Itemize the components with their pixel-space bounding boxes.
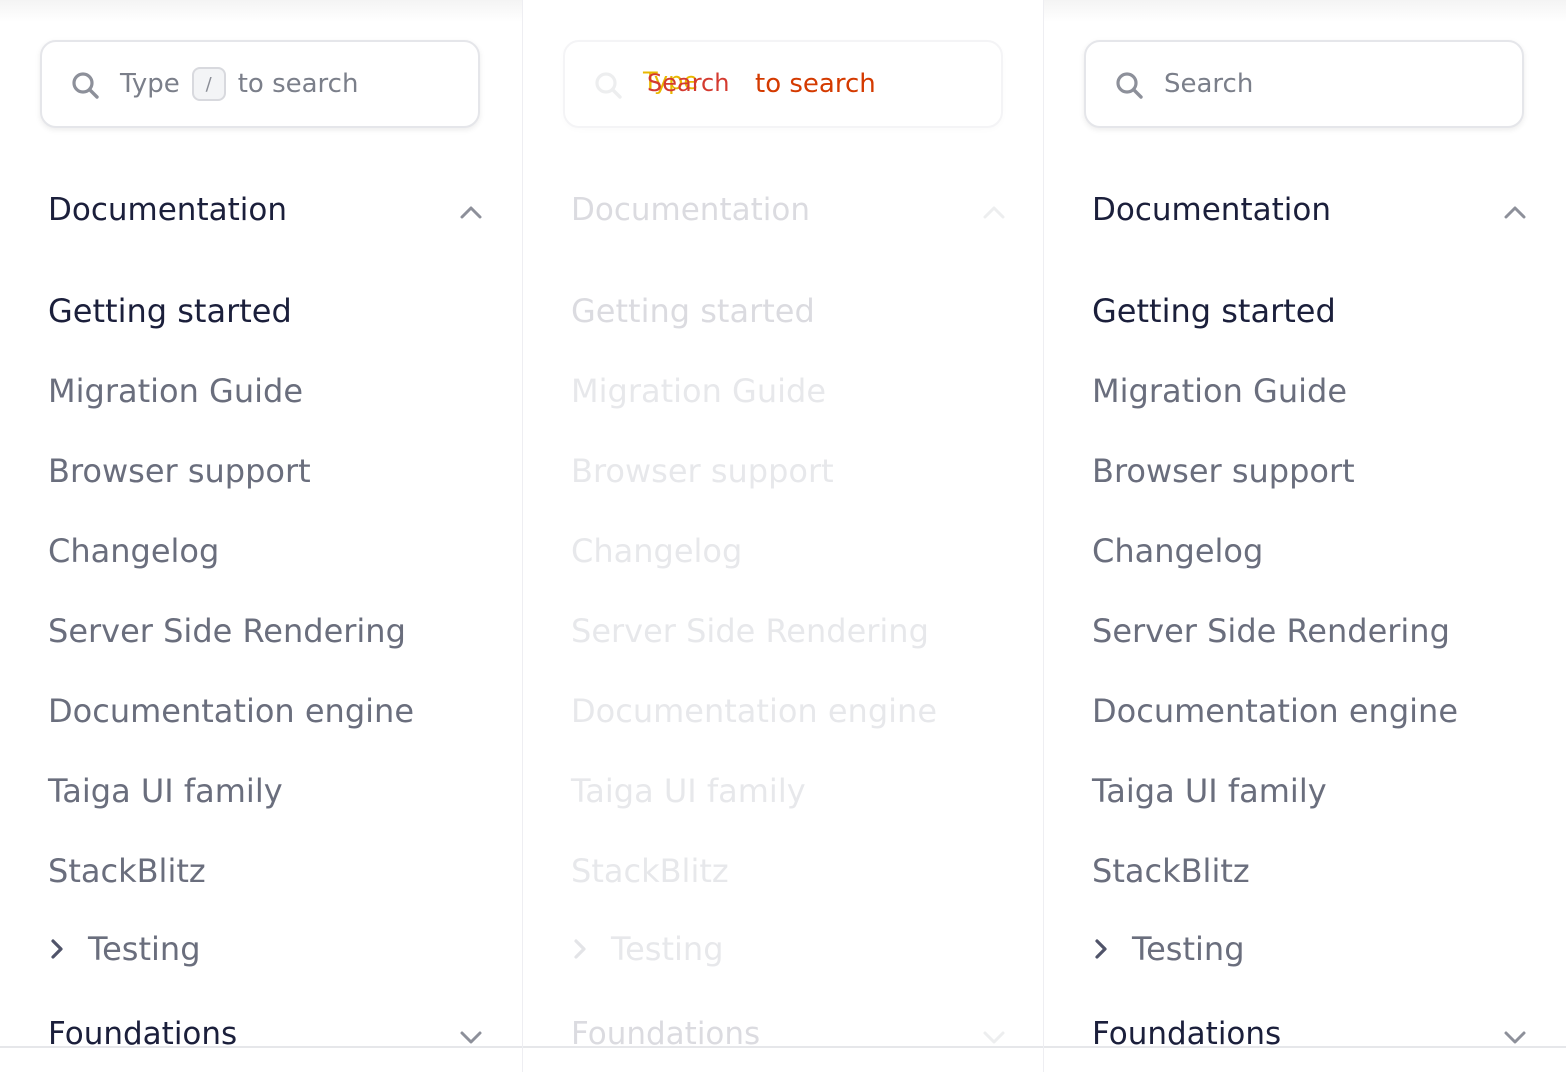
search-icon <box>72 72 99 99</box>
nav-item-getting-started[interactable]: Getting started <box>48 292 292 330</box>
nav-group-testing[interactable]: Testing <box>48 930 201 968</box>
nav-item-getting-started[interactable]: Getting started <box>1092 292 1336 330</box>
nav-item-stackblitz[interactable]: StackBlitz <box>571 852 729 890</box>
chevron-up-icon[interactable] <box>981 204 1007 220</box>
chevron-right-icon <box>574 939 586 959</box>
chevron-right-icon <box>51 939 63 959</box>
search-placeholder: Type Search to search <box>643 42 876 126</box>
nav-group-testing-label: Testing <box>611 930 724 968</box>
chevron-right-icon <box>1095 939 1107 959</box>
nav-item-changelog[interactable]: Changelog <box>48 532 219 570</box>
glitch-text-search: Search <box>647 69 730 97</box>
nav-item-migration-guide[interactable]: Migration Guide <box>571 372 826 410</box>
nav-item-browser-support[interactable]: Browser support <box>1092 452 1355 490</box>
search-input[interactable]: Search <box>1084 40 1524 128</box>
section-documentation[interactable]: Documentation <box>571 192 810 228</box>
nav-group-testing[interactable]: Testing <box>1092 930 1245 968</box>
nav-item-changelog[interactable]: Changelog <box>1092 532 1263 570</box>
nav-item-server-side-rendering[interactable]: Server Side Rendering <box>48 612 406 650</box>
chevron-down-icon[interactable] <box>981 1030 1007 1046</box>
search-icon <box>595 72 622 99</box>
sidebar-panel-a: Type / to search Documentation Getting s… <box>0 0 522 1072</box>
chevron-down-icon[interactable] <box>1502 1030 1528 1046</box>
search-placeholder-suffix: to search <box>755 69 876 99</box>
search-placeholder: Search <box>1164 69 1254 99</box>
bottom-divider <box>1044 1046 1566 1072</box>
nav-item-taiga-ui-family[interactable]: Taiga UI family <box>48 772 283 810</box>
section-documentation[interactable]: Documentation <box>48 192 287 228</box>
nav-group-testing-label: Testing <box>1132 930 1245 968</box>
nav-item-stackblitz[interactable]: StackBlitz <box>1092 852 1250 890</box>
nav-item-migration-guide[interactable]: Migration Guide <box>1092 372 1347 410</box>
search-placeholder-prefix: Type <box>120 69 180 99</box>
top-shadow <box>0 0 522 22</box>
nav-item-browser-support[interactable]: Browser support <box>48 452 311 490</box>
nav-item-migration-guide[interactable]: Migration Guide <box>48 372 303 410</box>
nav-item-stackblitz[interactable]: StackBlitz <box>48 852 206 890</box>
search-icon <box>1116 72 1143 99</box>
search-placeholder-glitch: Type Search <box>643 67 743 101</box>
nav-item-browser-support[interactable]: Browser support <box>571 452 834 490</box>
chevron-up-icon[interactable] <box>458 204 484 220</box>
chevron-up-icon[interactable] <box>1502 204 1528 220</box>
keyboard-shortcut-badge: / <box>191 67 226 101</box>
search-placeholder-suffix: to search <box>237 69 359 99</box>
nav-item-taiga-ui-family[interactable]: Taiga UI family <box>1092 772 1327 810</box>
nav-item-changelog[interactable]: Changelog <box>571 532 742 570</box>
nav-item-documentation-engine[interactable]: Documentation engine <box>1092 692 1458 730</box>
nav-group-testing[interactable]: Testing <box>571 930 724 968</box>
search-placeholder: Type / to search <box>120 42 358 126</box>
nav-item-server-side-rendering[interactable]: Server Side Rendering <box>1092 612 1450 650</box>
sidebar-panel-b: Type Search to search Documentation Gett… <box>522 0 1044 1072</box>
chevron-down-icon[interactable] <box>458 1030 484 1046</box>
search-input[interactable]: Type Search to search <box>563 40 1003 128</box>
sidebar-panel-c: Search Documentation Getting started Mig… <box>1044 0 1566 1072</box>
bottom-divider <box>0 1046 522 1072</box>
nav-item-taiga-ui-family[interactable]: Taiga UI family <box>571 772 806 810</box>
top-shadow <box>1044 0 1566 22</box>
nav-item-getting-started[interactable]: Getting started <box>571 292 815 330</box>
nav-group-testing-label: Testing <box>88 930 201 968</box>
nav-item-server-side-rendering[interactable]: Server Side Rendering <box>571 612 929 650</box>
nav-item-documentation-engine[interactable]: Documentation engine <box>48 692 414 730</box>
search-input[interactable]: Type / to search <box>40 40 480 128</box>
section-documentation[interactable]: Documentation <box>1092 192 1331 228</box>
bottom-divider <box>523 1046 1043 1072</box>
nav-item-documentation-engine[interactable]: Documentation engine <box>571 692 937 730</box>
